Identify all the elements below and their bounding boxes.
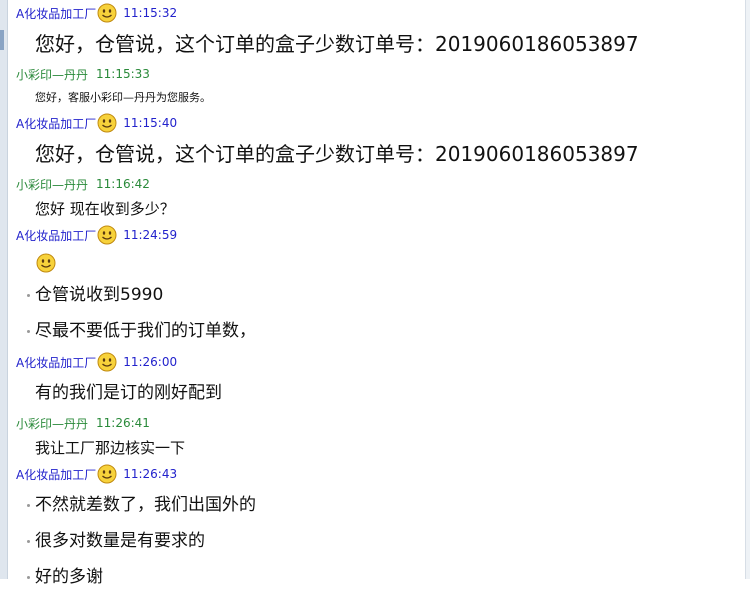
smiley-icon (97, 225, 117, 245)
message-header: 小彩印—丹丹 11:15:33 (16, 62, 741, 86)
message-text: 不然就差数了，我们出国外的 (16, 487, 741, 523)
bullet-dot (27, 540, 30, 543)
message-time: 11:26:00 (123, 355, 178, 369)
bullet-dot (27, 504, 30, 507)
scroll-marker (0, 30, 4, 50)
message-line: 不然就差数了，我们出国外的 (35, 495, 256, 515)
message-text: 您好，仓管说，这个订单的盒子少数订单号：2019060186053897 (35, 32, 639, 56)
sender-name[interactable]: A化妆品加工厂 (16, 466, 96, 483)
message-header: A化妆品加工厂 11:15:32 (16, 0, 741, 26)
message-time: 11:26:41 (96, 416, 150, 430)
message-text: 您好，仓管说，这个订单的盒子少数订单号：2019060186053897 (35, 142, 639, 166)
bullet-dot (27, 294, 30, 297)
message-header: A化妆品加工厂 11:26:00 (16, 349, 741, 375)
smiley-icon (97, 3, 117, 23)
message-text: 您好 现在收到多少？ (35, 200, 175, 218)
sender-name[interactable]: A化妆品加工厂 (16, 227, 96, 244)
smiley-emoji-icon (36, 253, 56, 272)
message-time: 11:15:32 (123, 6, 178, 20)
sender-name[interactable]: 小彩印—丹丹 (16, 176, 88, 193)
smiley-icon (97, 113, 117, 133)
message-text: 尽最不要低于我们的订单数， (16, 313, 741, 349)
message-time: 11:15:40 (123, 116, 178, 130)
message-line: 尽最不要低于我们的订单数， (35, 321, 256, 341)
message-line: 好的多谢 (35, 567, 103, 587)
sender-name[interactable]: A化妆品加工厂 (16, 354, 96, 371)
message-header: A化妆品加工厂 11:26:43 (16, 461, 741, 487)
sender-name[interactable]: 小彩印—丹丹 (16, 415, 88, 432)
message-text: 很多对数量是有要求的 (16, 523, 741, 559)
sender-name[interactable]: 小彩印—丹丹 (16, 66, 88, 83)
message-text: 我让工厂那边核实一下 (35, 439, 186, 457)
sender-name[interactable]: A化妆品加工厂 (16, 5, 96, 22)
message-time: 11:15:33 (96, 67, 150, 81)
scrollbar-track[interactable] (745, 0, 750, 579)
message-time: 11:26:43 (123, 467, 178, 481)
message-header: 小彩印—丹丹 11:16:42 (16, 172, 741, 196)
message-text: 好的多谢 (16, 559, 741, 595)
message-time: 11:16:42 (96, 177, 150, 191)
bullet-dot (27, 330, 30, 333)
smiley-icon (97, 464, 117, 484)
message-text: 您好，客服小彩印—丹丹为您服务。 (35, 91, 211, 104)
chat-history: A化妆品加工厂 11:15:32 您好，仓管说，这个订单的盒子少数订单号：201… (16, 0, 741, 595)
message-header: A化妆品加工厂 11:15:40 (16, 110, 741, 136)
message-text: 有的我们是订的刚好配到 (35, 383, 222, 403)
message-emoji-line (16, 248, 741, 277)
message-header: A化妆品加工厂 11:24:59 (16, 222, 741, 248)
message-text: 仓管说收到5990 (16, 277, 741, 313)
message-time: 11:24:59 (123, 228, 178, 242)
sender-name[interactable]: A化妆品加工厂 (16, 115, 96, 132)
message-line: 很多对数量是有要求的 (35, 531, 205, 551)
message-line: 仓管说收到5990 (35, 285, 164, 305)
left-margin-bar (0, 0, 8, 579)
smiley-icon (97, 352, 117, 372)
message-header: 小彩印—丹丹 11:26:41 (16, 411, 741, 435)
